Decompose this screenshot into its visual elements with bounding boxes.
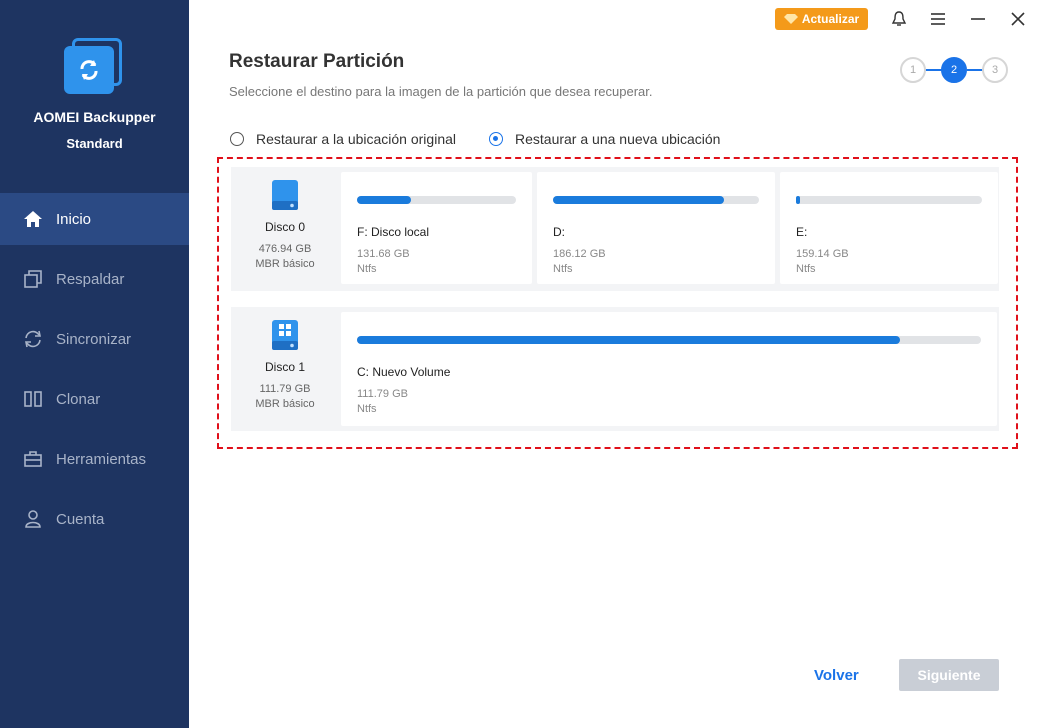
back-button[interactable]: Volver <box>814 667 859 684</box>
partition-card[interactable]: F: Disco local 131.68 GB Ntfs <box>341 172 532 284</box>
app-edition: Standard <box>66 136 123 151</box>
app-logo <box>64 38 124 98</box>
sidebar-item-label: Respaldar <box>56 270 125 288</box>
restore-new-radio[interactable]: Restaurar a una nueva ubicación <box>489 131 720 147</box>
menu-icon[interactable] <box>927 8 949 30</box>
page-title: Restaurar Partición <box>229 51 405 72</box>
partition-size: 131.68 GB <box>357 248 410 260</box>
next-button[interactable]: Siguiente <box>899 659 999 691</box>
disk-type: MBR básico <box>255 398 315 410</box>
sidebar-item-label: Sincronizar <box>56 330 132 348</box>
clone-icon <box>22 388 44 410</box>
partition-name: E: <box>796 225 808 239</box>
partition-size: 159.14 GB <box>796 248 849 260</box>
sidebar-item-label: Inicio <box>56 210 92 228</box>
sidebar-item-label: Cuenta <box>56 510 105 528</box>
disk-row-0: Disco 0 476.94 GB MBR básico F: Disco lo… <box>231 167 999 291</box>
disk-row-1: Disco 1 111.79 GB MBR básico C: Nuevo Vo… <box>231 307 999 431</box>
partition-filesystem: Ntfs <box>796 263 816 275</box>
partition-name: C: Nuevo Volume <box>357 365 451 379</box>
toolbox-icon <box>22 448 44 470</box>
radio-checked <box>489 132 503 146</box>
radio-label: Restaurar a la ubicación original <box>256 131 456 147</box>
partition-filesystem: Ntfs <box>357 263 377 275</box>
hard-disk-icon <box>272 180 298 210</box>
upgrade-button[interactable]: Actualizar <box>775 8 868 30</box>
partition-size: 111.79 GB <box>357 388 408 400</box>
partition-card[interactable]: D: 186.12 GB Ntfs <box>537 172 775 284</box>
sidebar-item-sincronizar[interactable]: Sincronizar <box>0 313 189 365</box>
system-disk-icon <box>272 320 298 350</box>
usage-bar-fill <box>357 196 412 204</box>
usage-bar <box>357 336 981 344</box>
app-name: AOMEI Backupper <box>33 109 156 125</box>
sidebar-item-cuenta[interactable]: Cuenta <box>0 493 189 545</box>
usage-bar-fill <box>357 336 900 344</box>
partition-filesystem: Ntfs <box>553 263 573 275</box>
usage-bar-fill <box>796 196 800 204</box>
sidebar: AOMEI Backupper Standard Inicio Respalda… <box>0 0 189 728</box>
usage-bar <box>553 196 759 204</box>
sidebar-nav: Inicio Respaldar Sincronizar Clonar Herr… <box>0 193 189 553</box>
radio-unchecked <box>230 132 244 146</box>
usage-bar <box>796 196 982 204</box>
usage-bar-fill <box>553 196 724 204</box>
partition-name: F: Disco local <box>357 225 430 239</box>
partition-card[interactable]: C: Nuevo Volume 111.79 GB Ntfs <box>341 312 997 426</box>
disk-selection-area: Disco 0 476.94 GB MBR básico F: Disco lo… <box>217 157 1018 449</box>
sidebar-item-inicio[interactable]: Inicio <box>0 193 189 245</box>
page-subtitle: Seleccione el destino para la imagen de … <box>229 84 653 99</box>
sidebar-item-label: Clonar <box>56 390 101 408</box>
home-icon <box>22 208 44 230</box>
disk-name: Disco 0 <box>264 220 305 234</box>
upgrade-label: Actualizar <box>801 12 860 26</box>
restore-original-radio[interactable]: Restaurar a la ubicación original <box>230 131 456 147</box>
disk-info: Disco 0 476.94 GB MBR básico <box>231 167 339 291</box>
step-3: 3 <box>982 57 1008 83</box>
radio-label: Restaurar a una nueva ubicación <box>515 131 721 147</box>
sync-icon <box>22 328 44 350</box>
diamond-icon <box>783 14 798 24</box>
bell-icon[interactable] <box>888 8 910 30</box>
close-icon[interactable] <box>1007 8 1029 30</box>
disk-size: 111.79 GB <box>259 383 311 395</box>
sidebar-item-clonar[interactable]: Clonar <box>0 373 189 425</box>
disk-type: MBR básico <box>255 258 315 270</box>
stepper-line <box>967 69 983 71</box>
disk-name: Disco 1 <box>264 360 305 374</box>
minimize-icon[interactable] <box>967 8 989 30</box>
disk-size: 476.94 GB <box>258 243 312 255</box>
user-icon <box>22 508 44 530</box>
partition-size: 186.12 GB <box>553 248 606 260</box>
sidebar-item-herramientas[interactable]: Herramientas <box>0 433 189 485</box>
backup-icon <box>22 268 44 290</box>
sidebar-item-respaldar[interactable]: Respaldar <box>0 253 189 305</box>
step-1: 1 <box>900 57 926 83</box>
sync-logo-icon <box>80 60 98 80</box>
usage-bar <box>357 196 516 204</box>
partition-card[interactable]: E: 159.14 GB Ntfs <box>780 172 998 284</box>
disk-info: Disco 1 111.79 GB MBR básico <box>231 307 339 431</box>
step-2: 2 <box>941 57 967 83</box>
partition-name: D: <box>553 225 565 239</box>
partition-filesystem: Ntfs <box>357 403 377 415</box>
sidebar-item-label: Herramientas <box>56 450 147 468</box>
